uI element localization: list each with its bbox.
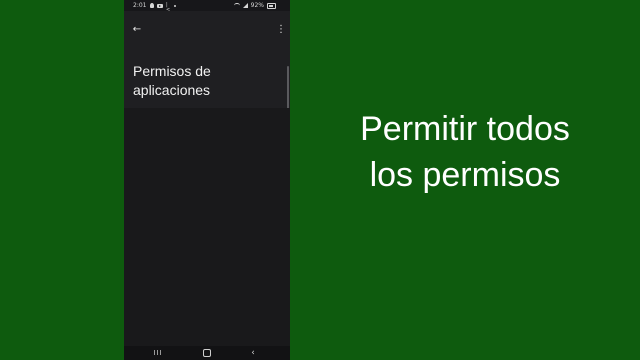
content-area xyxy=(124,108,290,346)
battery-percent: 92% xyxy=(250,2,264,9)
recents-icon: III xyxy=(153,349,163,357)
youtube-icon xyxy=(157,3,163,8)
wifi-icon xyxy=(233,3,240,8)
status-right-icons: 92% xyxy=(233,0,276,11)
home-button[interactable] xyxy=(195,346,219,360)
page-title: Permisos de aplicaciones xyxy=(133,62,273,100)
status-left-icons: |< xyxy=(150,0,176,13)
page-title-line1: Permisos de xyxy=(133,63,211,79)
home-icon xyxy=(203,348,211,357)
nav-back-icon: ‹ xyxy=(251,348,255,358)
video-frame: 2:01 |< 92% ← ⋮ Permisos de aplicaciones xyxy=(0,0,640,360)
nav-back-button[interactable]: ‹ xyxy=(241,346,265,360)
app-bar: ← ⋮ xyxy=(124,11,290,51)
recents-button[interactable]: III xyxy=(146,346,170,360)
collapsing-header: Permisos de aplicaciones xyxy=(124,51,290,108)
status-time: 2:01 xyxy=(133,2,147,9)
battery-icon xyxy=(267,2,276,9)
caption-line2: los permisos xyxy=(369,156,561,194)
phone-screen: 2:01 |< 92% ← ⋮ Permisos de aplicaciones xyxy=(124,0,290,360)
caption-text: Permitir todos los permisos xyxy=(300,106,630,198)
more-options-icon[interactable]: ⋮ xyxy=(276,23,286,37)
dot-icon xyxy=(174,4,176,7)
navigation-bar: III ‹ xyxy=(124,346,290,360)
notification-icon: |< xyxy=(166,2,171,13)
caption-line1: Permitir todos xyxy=(360,110,570,148)
back-arrow-icon[interactable]: ← xyxy=(130,23,144,37)
person-icon xyxy=(150,3,154,8)
page-title-line2: aplicaciones xyxy=(133,82,211,98)
signal-icon xyxy=(242,3,248,8)
status-bar: 2:01 |< 92% xyxy=(124,0,290,13)
